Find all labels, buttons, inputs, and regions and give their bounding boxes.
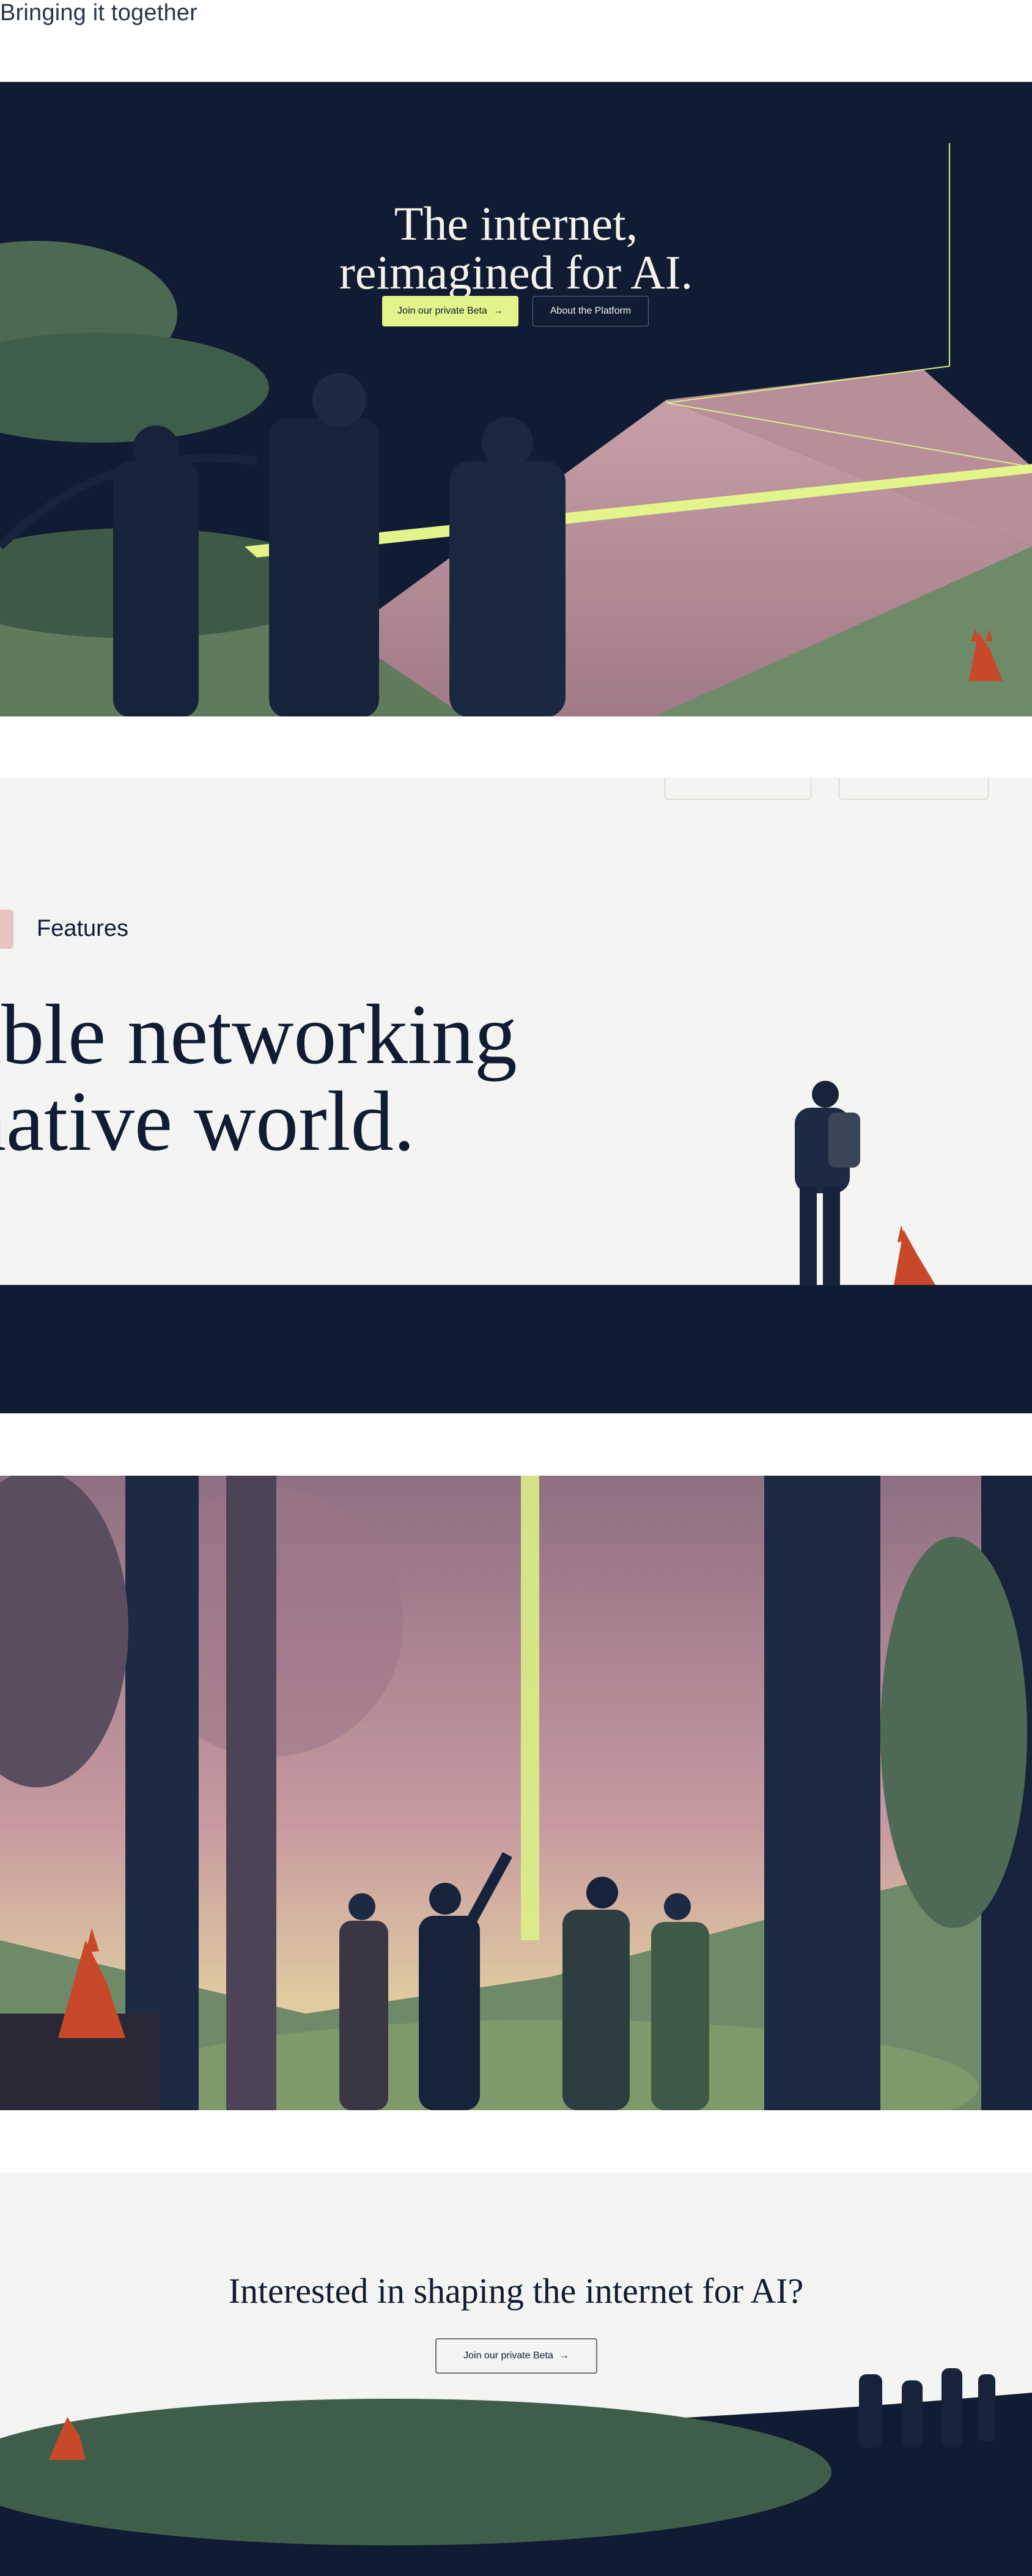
about-platform-button[interactable]: About the Platform xyxy=(533,296,649,326)
hero-section: The internet, reimagined for AI. Join ou… xyxy=(0,82,1032,716)
about-platform-label: About the Platform xyxy=(550,306,632,316)
arrow-right-icon: → xyxy=(559,2350,569,2361)
hero-title-line: reimagined for AI. xyxy=(339,246,693,300)
cta-title: Interested in shaping the internet for A… xyxy=(228,2271,804,2311)
light-beam xyxy=(521,1476,539,1940)
hiker-illustration xyxy=(795,1081,935,1285)
section-label: Bringing it together xyxy=(0,0,197,26)
join-beta-label: Join our private Beta xyxy=(397,306,487,316)
cta-section: Interested in shaping the internet for A… xyxy=(0,2173,1032,2576)
join-beta-button[interactable]: Join our private Beta → xyxy=(382,296,518,326)
hero-title-line: The internet, xyxy=(394,197,638,251)
cta-illustration xyxy=(0,2368,1032,2576)
fox-illustration xyxy=(894,1225,935,1285)
hero-illustration xyxy=(0,143,1032,716)
arrow-right-icon: → xyxy=(493,306,503,316)
forest-section xyxy=(0,1476,1032,2110)
forest-illustration xyxy=(0,1476,1032,2110)
hiker-figure xyxy=(795,1081,860,1285)
features-section: Features able networking native world. xyxy=(0,778,1032,1285)
tree-trunk xyxy=(226,1476,276,2110)
hero-title: The internet, reimagined for AI. xyxy=(0,199,1032,297)
tree-trunk xyxy=(764,1476,880,2110)
join-beta-button[interactable]: Join our private Beta → xyxy=(435,2338,597,2374)
join-beta-label: Join our private Beta xyxy=(463,2350,553,2361)
tree-foliage xyxy=(880,1537,1027,1928)
dark-band xyxy=(0,1285,1032,1413)
